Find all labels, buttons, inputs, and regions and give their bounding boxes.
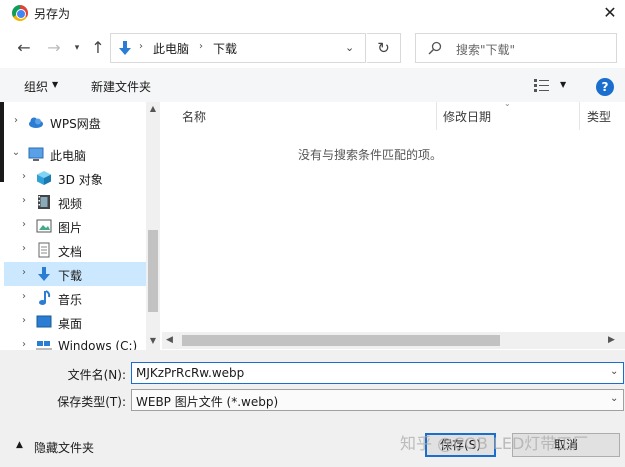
column-header-type[interactable]: 类型 (587, 108, 611, 125)
scroll-thumb[interactable] (148, 230, 158, 312)
chevron-right-icon[interactable]: › (18, 267, 30, 278)
sidebar-item-documents[interactable]: › 文档 (4, 238, 146, 262)
filetype-label: 保存类型(T): (57, 395, 126, 409)
refresh-button[interactable]: ↻ (367, 33, 401, 63)
sidebar-item-downloads[interactable]: › 下载 (4, 262, 146, 286)
sidebar-item-3d-objects[interactable]: › 3D 对象 (4, 166, 146, 190)
title-bar: 另存为 ✕ (0, 0, 625, 26)
picture-icon (36, 219, 52, 233)
chevron-right-icon[interactable]: › (10, 115, 22, 126)
filename-label: 文件名(N): (67, 368, 126, 382)
sidebar-item-label: 桌面 (58, 317, 83, 331)
navigation-scrollbar[interactable]: ▲ ▼ (146, 102, 160, 350)
chevron-right-icon[interactable]: › (18, 243, 30, 254)
sidebar-item-label: 文档 (58, 245, 83, 259)
up-button[interactable]: ↑ (88, 38, 108, 58)
cloud-icon (29, 117, 43, 128)
chevron-down-icon[interactable]: ▼ (560, 80, 566, 89)
help-button[interactable]: ? (596, 78, 614, 96)
download-arrow-icon (119, 41, 131, 55)
sidebar-item-this-pc[interactable]: ⌄ 此电脑 (4, 142, 146, 166)
chevron-down-icon[interactable]: ⌄ (610, 366, 618, 377)
computer-icon (28, 147, 44, 161)
chevron-down-icon[interactable]: ⌄ (610, 393, 618, 404)
chrome-icon (12, 5, 28, 21)
sidebar-item-label: 音乐 (58, 293, 83, 307)
chevron-up-icon[interactable]: ▲ (16, 440, 23, 450)
sidebar-item-wps-cloud[interactable]: › WPS网盘 (4, 110, 146, 134)
sidebar-item-label: 此电脑 (50, 149, 87, 163)
desktop-icon (36, 315, 52, 328)
sidebar-item-windows-c[interactable]: › Windows (C:) (4, 334, 146, 350)
organize-menu[interactable]: 组织 (24, 78, 48, 95)
chevron-right-icon[interactable]: › (18, 315, 30, 326)
sidebar-item-label: 3D 对象 (58, 173, 103, 187)
empty-message: 没有与搜索条件匹配的项。 (297, 148, 442, 162)
column-divider[interactable] (579, 102, 580, 130)
filename-value: MJKzPrRcRw.webp (136, 366, 245, 380)
chevron-right-icon[interactable]: › (18, 291, 30, 302)
sidebar-item-label: Windows (C:) (58, 339, 138, 350)
music-icon (39, 290, 51, 305)
scroll-thumb[interactable] (182, 335, 500, 346)
window-title: 另存为 (34, 7, 71, 21)
forward-button[interactable]: → (44, 38, 64, 58)
recent-locations-button[interactable]: ▾ (70, 40, 84, 56)
column-header-date-modified[interactable]: 修改日期 (443, 108, 491, 125)
chevron-down-icon[interactable]: ⌄ (10, 147, 22, 158)
chevron-right-icon[interactable]: › (18, 339, 30, 350)
horizontal-scrollbar[interactable]: ◀ ▶ (162, 332, 625, 349)
chevron-down-icon[interactable]: ▼ (52, 80, 58, 89)
cube-icon (37, 171, 51, 185)
sidebar-item-pictures[interactable]: › 图片 (4, 214, 146, 238)
breadcrumb-separator: › (199, 41, 203, 52)
document-icon (38, 242, 50, 258)
sort-indicator-icon: ⌄ (504, 99, 511, 108)
filetype-select[interactable]: WEBP 图片文件 (*.webp) ⌄ (131, 389, 624, 411)
address-bar[interactable]: › 此电脑 › 下载 ⌄ (110, 33, 366, 63)
sidebar-item-music[interactable]: › 音乐 (4, 286, 146, 310)
hide-folders-button[interactable]: 隐藏文件夹 (34, 439, 94, 456)
toolbar: 组织 ▼ 新建文件夹 ▼ (0, 68, 625, 102)
scroll-up-button[interactable]: ▲ (146, 104, 160, 113)
navigation-pane: › WPS网盘 ⌄ 此电脑 › 3D 对象 › 视频 › 图片 › 文档 › 下… (4, 102, 146, 350)
search-input[interactable]: 搜索"下载" (415, 33, 617, 63)
chevron-right-icon[interactable]: › (18, 195, 30, 206)
breadcrumb-downloads[interactable]: 下载 (213, 40, 237, 57)
breadcrumb-this-pc[interactable]: 此电脑 (153, 40, 189, 57)
sidebar-item-label: 图片 (58, 221, 83, 235)
filename-input[interactable]: MJKzPrRcRw.webp ⌄ (131, 362, 624, 384)
close-button[interactable]: ✕ (598, 2, 622, 24)
back-button[interactable]: ← (14, 38, 34, 58)
watermark: 知乎 @COB LED灯带工厂 (400, 434, 589, 453)
scroll-left-button[interactable]: ◀ (166, 335, 173, 345)
sidebar-item-label: WPS网盘 (50, 117, 101, 131)
breadcrumb-separator: › (139, 41, 143, 52)
sidebar-item-videos[interactable]: › 视频 (4, 190, 146, 214)
video-icon (38, 195, 50, 209)
column-header-name[interactable]: 名称 (182, 108, 206, 125)
search-icon (428, 41, 442, 55)
new-folder-button[interactable]: 新建文件夹 (91, 78, 151, 95)
sidebar-item-label: 下载 (58, 269, 83, 283)
view-options-icon[interactable] (534, 78, 550, 92)
chevron-down-icon[interactable]: ⌄ (345, 41, 354, 54)
download-icon (38, 267, 50, 281)
sidebar-item-label: 视频 (58, 197, 83, 211)
sidebar-item-desktop[interactable]: › 桌面 (4, 310, 146, 334)
filetype-value: WEBP 图片文件 (*.webp) (136, 395, 279, 409)
column-divider[interactable] (436, 102, 437, 130)
scroll-right-button[interactable]: ▶ (608, 335, 615, 345)
chevron-right-icon[interactable]: › (18, 219, 30, 230)
search-placeholder: 搜索"下载" (456, 43, 516, 57)
chevron-right-icon[interactable]: › (18, 171, 30, 182)
scroll-down-button[interactable]: ▼ (146, 336, 160, 345)
drive-icon (36, 341, 52, 350)
